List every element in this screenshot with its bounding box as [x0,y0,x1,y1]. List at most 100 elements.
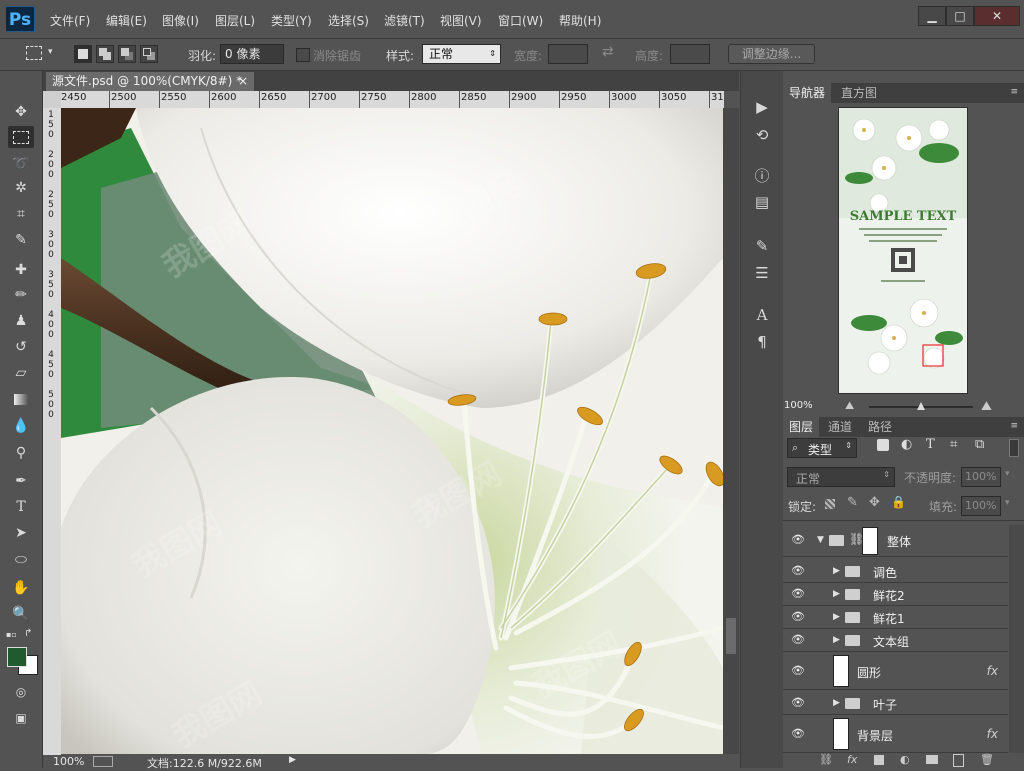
status-zoom[interactable]: 100% [53,755,84,768]
new-selection-button[interactable] [74,45,92,63]
lock-pixels-icon[interactable]: ✎ [847,495,858,510]
swap-colors-icon[interactable]: ↱ [24,628,32,639]
refine-edge-button[interactable]: 调整边缘... [728,44,815,64]
menu-filter[interactable]: 滤镜(T) [384,12,425,29]
close-tab-icon[interactable]: × [238,72,248,91]
layer-row-group-叶子[interactable]: 👁 ▶ 叶子 [783,692,1008,715]
lock-transparency-icon[interactable] [825,499,835,509]
menu-layer[interactable]: 图层(L) [215,12,255,29]
chevron-right-icon[interactable]: ▶ [833,612,840,622]
minimize-button[interactable]: ▁ [918,6,946,26]
chevron-down-icon[interactable]: ▾ [1005,498,1010,508]
menu-file[interactable]: 文件(F) [50,12,90,29]
layer-thumbnail[interactable] [833,718,849,750]
play-action-icon[interactable]: ▶ [751,97,773,117]
opacity-input[interactable]: 100% [961,467,1001,487]
fx-icon[interactable]: fx [987,664,998,678]
tab-layers[interactable]: 图层 [783,417,820,437]
canvas-vertical-scrollbar[interactable] [723,108,739,754]
layer-row-group-调色[interactable]: 👁 ▶ 调色 [783,560,1008,583]
tab-histogram[interactable]: 直方图 [835,83,883,103]
filter-smart-object-icon[interactable]: ⧉ [975,437,984,452]
fill-input[interactable]: 100% [961,496,1001,516]
layers-scrollbar[interactable] [1009,525,1024,755]
zoom-in-icon[interactable]: ⛰ [981,399,992,414]
lock-position-icon[interactable]: ✥ [869,495,880,510]
filter-type-icon[interactable]: T [926,437,935,452]
menu-window[interactable]: 窗口(W) [498,12,543,29]
chevron-down-icon[interactable]: ▼ [817,535,824,545]
filter-toggle[interactable] [1009,439,1019,457]
fx-icon[interactable]: fx [987,727,998,741]
foreground-color-swatch[interactable] [7,647,27,667]
mask-thumbnail[interactable] [862,527,878,555]
navigator-zoom-value[interactable]: 100% [784,400,813,411]
menu-select[interactable]: 选择(S) [328,12,369,29]
document-tab[interactable]: 源文件.psd @ 100%(CMYK/8#) * × [46,72,254,91]
lasso-icon[interactable]: ➰ [8,153,34,175]
eye-icon[interactable]: 👁 [791,587,805,601]
stamp-icon[interactable]: ♟ [8,310,34,332]
eye-icon[interactable]: 👁 [791,610,805,624]
chevron-right-icon[interactable]: ▶ [833,635,840,645]
layer-row-圆形[interactable]: 👁 圆形 fx [783,652,1008,690]
panel-menu-icon[interactable]: ≡ [1010,87,1018,97]
layer-row-背景层[interactable]: 👁 背景层 fx [783,715,1008,753]
zoom-icon[interactable]: 🔍 [8,603,34,625]
layer-thumbnail[interactable] [833,655,849,687]
menu-type[interactable]: 类型(Y) [271,12,312,29]
blend-mode-dropdown[interactable]: 正常 ⇕ [787,467,895,487]
history-brush-icon[interactable]: ↺ [8,336,34,358]
menu-edit[interactable]: 编辑(E) [106,12,147,29]
layer-filter-dropdown[interactable]: ⌕ 类型 ⇕ [787,438,857,458]
zoom-slider-thumb[interactable] [917,402,925,410]
document-canvas[interactable]: 我图网 我图网 我图网 我图网 我图网 我图网 [61,108,723,754]
history-icon[interactable]: ⟲ [751,125,773,145]
character-icon[interactable]: A [751,305,773,325]
canvas-scroll-thumb[interactable] [726,618,736,654]
brush-icon[interactable]: ✏ [8,284,34,306]
eye-icon[interactable]: 👁 [791,664,805,678]
adjustments-icon[interactable]: ☰ [751,263,773,283]
ruler-origin[interactable] [43,91,61,108]
layer-row-group-整体[interactable]: 👁 ▼ ⛓ 整体 [783,525,1008,557]
lock-all-icon[interactable]: 🔒 [891,495,906,509]
maximize-button[interactable]: □ [946,6,974,26]
eye-icon[interactable]: 👁 [791,564,805,578]
close-button[interactable]: ✕ [974,6,1020,26]
path-select-icon[interactable]: ➤ [8,522,34,544]
chevron-down-icon[interactable]: ▾ [48,47,53,57]
navigator-thumbnail[interactable]: SAMPLE TEXT [838,107,968,394]
marquee-preset-icon[interactable] [26,46,42,60]
chevron-right-icon[interactable]: ▶ [833,589,840,599]
new-group-icon[interactable] [926,755,938,764]
eye-icon[interactable]: 👁 [791,727,805,741]
tab-navigator[interactable]: 导航器 [783,83,832,103]
info-icon[interactable]: ⓘ [751,166,773,186]
paragraph-icon[interactable]: ¶ [751,332,773,352]
properties-icon[interactable]: ▤ [751,192,773,212]
new-adjustment-icon[interactable]: ◐ [900,753,910,766]
ellipse-icon[interactable]: ⬭ [8,549,34,571]
new-layer-icon[interactable] [953,754,964,767]
marquee-icon[interactable] [8,126,34,148]
panel-menu-icon[interactable]: ≡ [1010,421,1018,431]
chevron-down-icon[interactable]: ▾ [1005,469,1010,479]
zoom-out-icon[interactable]: ⛰ [845,399,854,413]
add-mask-icon[interactable] [874,755,884,765]
eye-icon[interactable]: 👁 [791,533,805,547]
default-colors-icon[interactable]: ▪▫ [6,630,17,639]
intersect-selection-button[interactable] [140,45,158,63]
add-style-icon[interactable]: fx [847,753,857,766]
add-selection-button[interactable] [96,45,114,63]
layer-row-group-鲜花2[interactable]: 👁 ▶ 鲜花2 [783,583,1008,606]
hand-icon[interactable]: ✋ [8,577,34,599]
screen-mode-icon[interactable]: ▣ [8,707,34,729]
filter-pixel-icon[interactable] [877,439,889,451]
menu-help[interactable]: 帮助(H) [559,12,601,29]
status-menu-icon[interactable]: ▶ [289,755,296,765]
filter-shape-icon[interactable]: ⌗ [950,437,957,452]
move-icon[interactable]: ✥ [8,101,34,123]
type-icon[interactable]: T [8,496,34,518]
gradient-icon[interactable] [8,389,34,411]
